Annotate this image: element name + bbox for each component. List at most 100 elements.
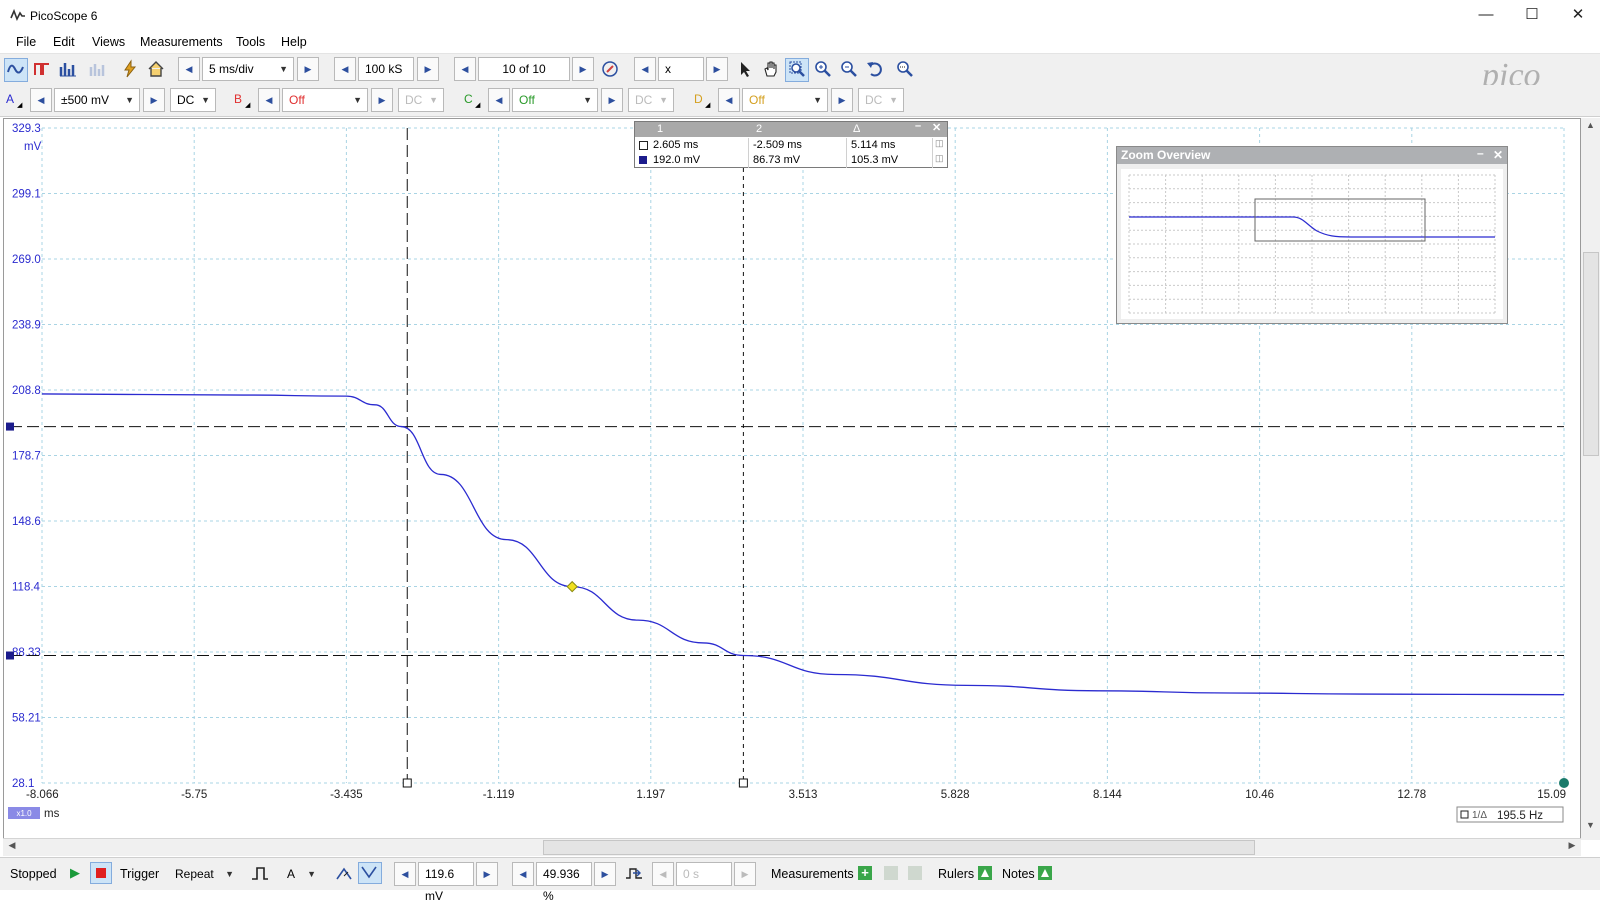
samples-next-button[interactable]: ▶ [417,57,439,81]
threshold-next-button[interactable]: ▶ [476,862,498,886]
hand-tool-icon[interactable] [759,58,783,82]
channel-d-range-select[interactable]: Off ▼ [742,88,828,112]
minimize-icon[interactable]: – [1477,145,1484,162]
stop-button[interactable] [90,862,112,884]
trigger-edge-icon[interactable] [250,864,270,884]
zoom-to-fit-icon[interactable] [893,58,917,82]
trigger-source-select[interactable]: A ▼ [280,862,322,886]
close-icon[interactable]: ✕ [1555,0,1600,31]
minimize-icon[interactable]: — [1463,0,1509,31]
zoom-prev-button[interactable]: ◀ [634,57,656,81]
zoom-in-icon[interactable] [811,58,835,82]
axis-handle-icon[interactable] [1559,778,1569,788]
channel-a-range-select[interactable]: ±500 mV ▼ [54,88,140,112]
channel-options-icon[interactable]: ◢ [245,101,250,109]
spectrum-mode-icon[interactable] [56,58,80,82]
notes-icon[interactable] [1038,866,1052,880]
pretrigger-field[interactable]: 49.936 % [536,862,592,903]
channel-c-coupling-select[interactable]: DC ▼ [628,88,674,112]
pretrigger-next-button[interactable]: ▶ [594,862,616,886]
delete-measurement-icon[interactable] [908,866,922,880]
menu-tools[interactable]: Tools [236,35,265,49]
measurements-label[interactable]: Measurements [771,867,854,881]
trigger-threshold-field[interactable]: 119.6 mV [418,862,474,903]
channel-a-coupling-select[interactable]: DC ▼ [170,88,216,112]
channel-d-range-next[interactable]: ▶ [831,88,853,112]
samples-prev-button[interactable]: ◀ [334,57,356,81]
channel-c-button[interactable]: C [464,92,484,110]
scroll-left-icon[interactable]: ◀ [5,840,19,854]
channel-d-button[interactable]: D [694,92,714,110]
vertical-scroll-thumb[interactable] [1583,252,1599,456]
zoom-overview-panel[interactable]: Zoom Overview – ✕ [1116,146,1508,324]
falling-edge-icon[interactable] [358,862,382,884]
undo-zoom-icon[interactable] [863,58,887,82]
scope-mode-icon[interactable] [4,58,28,82]
delay-prev-button[interactable]: ◀ [652,862,674,886]
horizontal-scroll-thumb[interactable] [543,840,1255,855]
delay-field[interactable]: 0 s [676,862,732,886]
channel-a-range-prev[interactable]: ◀ [30,88,52,112]
channel-options-icon[interactable]: ◢ [17,101,22,109]
lock-icon[interactable]: ◫ [935,138,944,149]
timebase-prev-button[interactable]: ◀ [178,57,200,81]
channel-a-range-next[interactable]: ▶ [143,88,165,112]
timebase-next-button[interactable]: ▶ [297,57,319,81]
channel-b-range-select[interactable]: Off ▼ [282,88,368,112]
channel-d-range-prev[interactable]: ◀ [718,88,740,112]
menu-edit[interactable]: Edit [53,35,75,49]
menu-views[interactable]: Views [92,35,125,49]
channel-b-coupling-select[interactable]: DC ▼ [398,88,444,112]
edit-measurement-icon[interactable] [884,866,898,880]
voltage-ruler-handle[interactable] [6,651,14,660]
channel-c-range-prev[interactable]: ◀ [488,88,510,112]
pointer-tool-icon[interactable] [733,58,757,82]
scroll-down-icon[interactable]: ▼ [1583,820,1598,834]
add-measurement-icon[interactable]: + [858,866,872,880]
buffer-next-button[interactable]: ▶ [572,57,594,81]
rulers-icon[interactable] [978,866,992,880]
menu-help[interactable]: Help [281,35,307,49]
timebase-select[interactable]: 5 ms/div ▼ [202,57,294,81]
samples-field[interactable]: 100 kS [358,57,414,81]
vertical-scrollbar[interactable]: ▲ ▼ [1581,118,1600,840]
start-icon[interactable]: ▶ [66,864,84,882]
voltage-ruler-handle[interactable] [6,422,14,431]
threshold-prev-button[interactable]: ◀ [394,862,416,886]
buffer-overview-icon[interactable] [598,58,622,82]
delay-next-button[interactable]: ▶ [734,862,756,886]
buffer-prev-button[interactable]: ◀ [454,57,476,81]
lock-icon[interactable]: ◫ [935,153,944,164]
default-setup-icon[interactable] [144,58,168,82]
channel-b-range-prev[interactable]: ◀ [258,88,280,112]
menu-measurements[interactable]: Measurements [140,35,223,49]
channel-options-icon[interactable]: ◢ [705,101,710,109]
buffer-navigator[interactable]: 10 of 10 [478,57,570,81]
zoom-factor-field[interactable]: x 2.159 [658,57,704,98]
post-trigger-icon[interactable] [624,864,644,884]
zoom-overview-plot[interactable] [1121,169,1503,319]
channel-c-range-next[interactable]: ▶ [601,88,623,112]
close-icon[interactable]: ✕ [1493,147,1503,164]
channel-d-coupling-select[interactable]: DC ▼ [858,88,904,112]
trigger-marker-icon[interactable] [566,580,578,593]
scroll-right-icon[interactable]: ▶ [1565,840,1579,854]
channel-options-icon[interactable]: ◢ [475,101,480,109]
channel-a-button[interactable]: A [6,92,26,110]
time-ruler-handle[interactable] [402,778,412,788]
rulers-label[interactable]: Rulers [938,867,974,881]
scroll-up-icon[interactable]: ▲ [1583,120,1598,134]
serial-decode-icon[interactable] [86,58,110,82]
menu-file[interactable]: File [16,35,36,49]
trigger-mode-select[interactable]: Repeat ▼ [168,862,240,886]
horizontal-scrollbar[interactable]: ◀ ▶ [3,838,1581,856]
zoom-out-icon[interactable] [837,58,861,82]
close-icon[interactable]: ✕ [932,121,941,134]
pretrigger-prev-button[interactable]: ◀ [512,862,534,886]
maximize-icon[interactable]: ☐ [1509,0,1555,31]
zoom-next-button[interactable]: ▶ [706,57,728,81]
auto-setup-icon[interactable] [118,58,142,82]
time-ruler-handle[interactable] [738,778,748,788]
minimize-icon[interactable]: – [915,120,921,132]
channel-b-range-next[interactable]: ▶ [371,88,393,112]
